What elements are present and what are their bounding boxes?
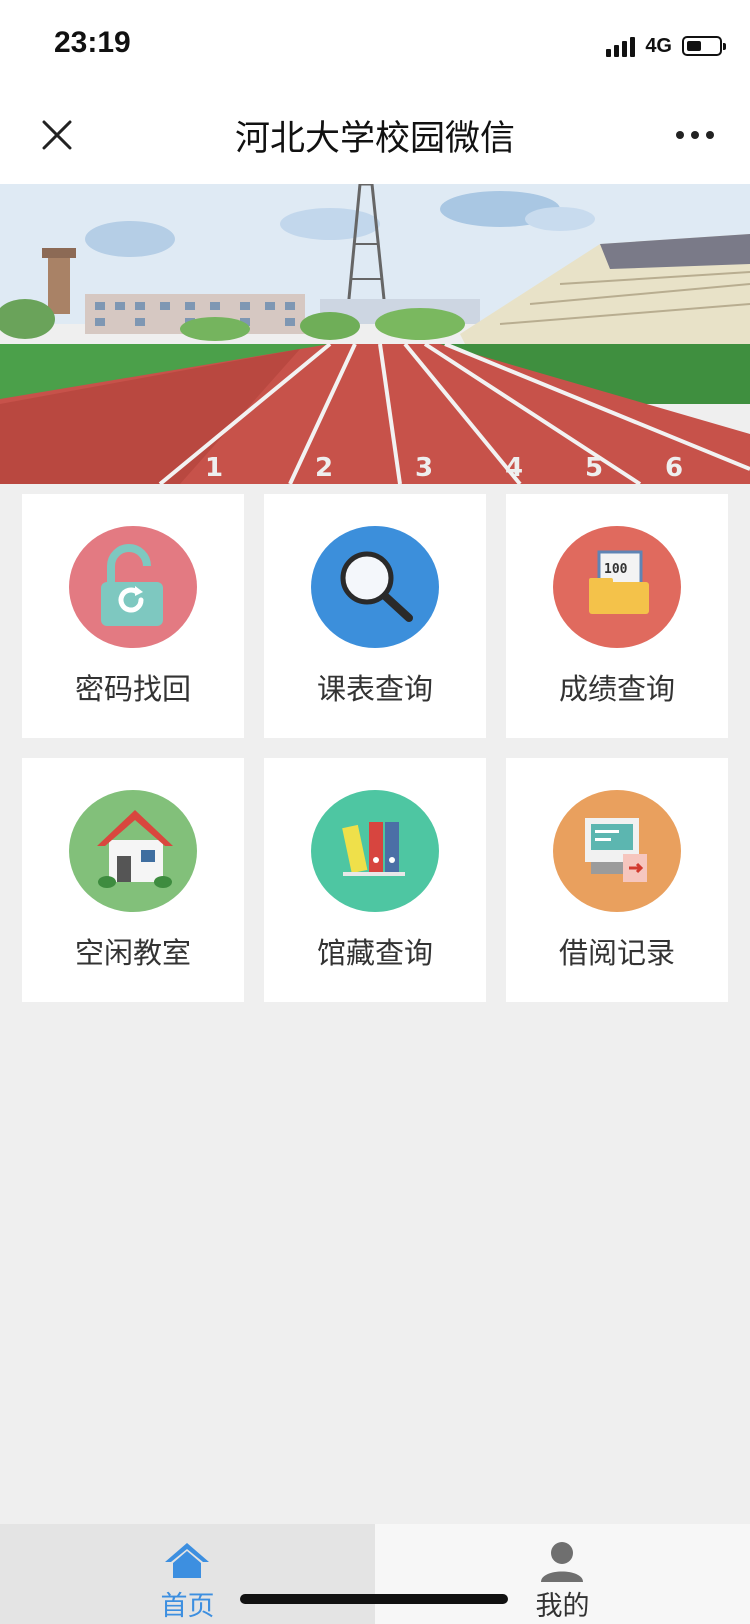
tab-home[interactable]: 首页 [0, 1524, 375, 1624]
page-title: 河北大学校园微信 [234, 119, 515, 159]
more-icon[interactable] [670, 120, 720, 150]
signal-icon [606, 35, 636, 57]
binders-icon [311, 790, 439, 912]
tile-label: 空闲教室 [74, 936, 191, 970]
svg-text:4: 4 [505, 453, 523, 483]
svg-text:1: 1 [205, 453, 223, 483]
tab-bar: 首页 我的 [0, 1524, 750, 1624]
unlock-refresh-icon [69, 526, 197, 648]
home-indicator [240, 1594, 508, 1604]
tile-timetable[interactable]: 课表查询 [264, 494, 486, 738]
tile-library-collection[interactable]: 馆藏查询 [264, 758, 486, 1002]
battery-icon [682, 36, 726, 56]
tile-label: 成绩查询 [558, 672, 675, 706]
tab-me[interactable]: 我的 [375, 1524, 750, 1624]
tile-label: 借阅记录 [558, 936, 675, 970]
campus-track-painting: 1 2 3 4 5 6 [0, 184, 750, 484]
user-icon [537, 1540, 587, 1582]
svg-text:6: 6 [665, 453, 683, 483]
banner-image[interactable]: 1 2 3 4 5 6 [0, 184, 750, 484]
status-time: 23:19 [54, 26, 131, 59]
tile-label: 馆藏查询 [316, 936, 433, 970]
network-type: 4G [645, 34, 672, 57]
borrow-record-icon [553, 790, 681, 912]
svg-text:100: 100 [604, 562, 628, 577]
svg-text:3: 3 [415, 453, 433, 483]
tile-grades[interactable]: 100 成绩查询 [506, 494, 728, 738]
tile-borrow-records[interactable]: 借阅记录 [506, 758, 728, 1002]
magnifier-icon [311, 526, 439, 648]
nav-bar: 河北大学校园微信 [0, 90, 750, 184]
status-indicators: 4G [606, 32, 726, 60]
status-bar: 23:19 4G [0, 0, 750, 90]
tile-password-recovery[interactable]: 密码找回 [22, 494, 244, 738]
svg-text:2: 2 [315, 453, 333, 483]
tile-label: 课表查询 [316, 672, 433, 706]
page: 23:19 4G 河北大学校园微信 1 2 3 4 5 6 密码找回 课表查询 … [0, 0, 750, 1624]
house-icon [69, 790, 197, 912]
svg-text:5: 5 [585, 453, 603, 483]
score-folder-icon: 100 [553, 526, 681, 648]
tile-free-classroom[interactable]: 空闲教室 [22, 758, 244, 1002]
home-icon [162, 1540, 212, 1582]
tile-label: 密码找回 [74, 672, 191, 706]
